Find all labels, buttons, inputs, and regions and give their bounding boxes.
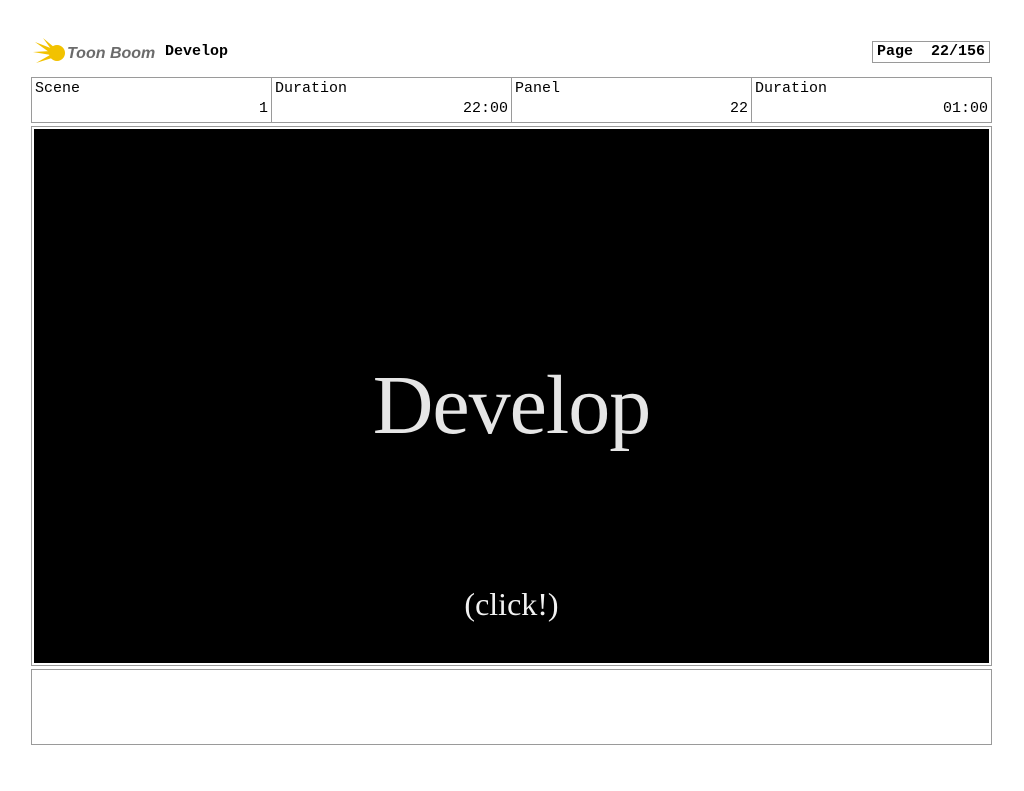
page-label: Page xyxy=(877,43,914,60)
scene-duration-value: 22:00 xyxy=(462,100,508,117)
panel-notes-box xyxy=(31,669,992,745)
panel-info-table: Scene 1 Duration 22:00 Panel 22 Duration… xyxy=(31,77,992,123)
toon-boom-logo-icon: Toon Boom xyxy=(33,36,157,68)
scene-duration-label: Duration xyxy=(275,80,348,97)
panel-label: Panel xyxy=(515,80,561,97)
scene-value: 1 xyxy=(258,100,268,117)
storyboard-panel-image: Develop (click!) xyxy=(34,129,989,663)
panel-value: 22 xyxy=(729,100,748,117)
panel-duration-label: Duration xyxy=(755,80,828,97)
panel-cell: Panel 22 xyxy=(512,78,752,122)
panel-heading-text: Develop xyxy=(372,359,652,452)
page-indicator: Page 22/156 xyxy=(872,41,990,63)
storyboard-panel-frame: Develop (click!) xyxy=(31,126,992,666)
svg-text:Toon Boom: Toon Boom xyxy=(67,45,155,62)
page-number: 22/156 xyxy=(931,43,986,60)
panel-duration-cell: Duration 01:00 xyxy=(752,78,991,122)
scene-cell: Scene 1 xyxy=(32,78,272,122)
panel-caption-text: (click!) xyxy=(464,586,559,622)
panel-duration-value: 01:00 xyxy=(942,100,988,117)
scene-duration-cell: Duration 22:00 xyxy=(272,78,512,122)
project-title: Develop xyxy=(165,43,229,60)
scene-label: Scene xyxy=(35,80,81,97)
